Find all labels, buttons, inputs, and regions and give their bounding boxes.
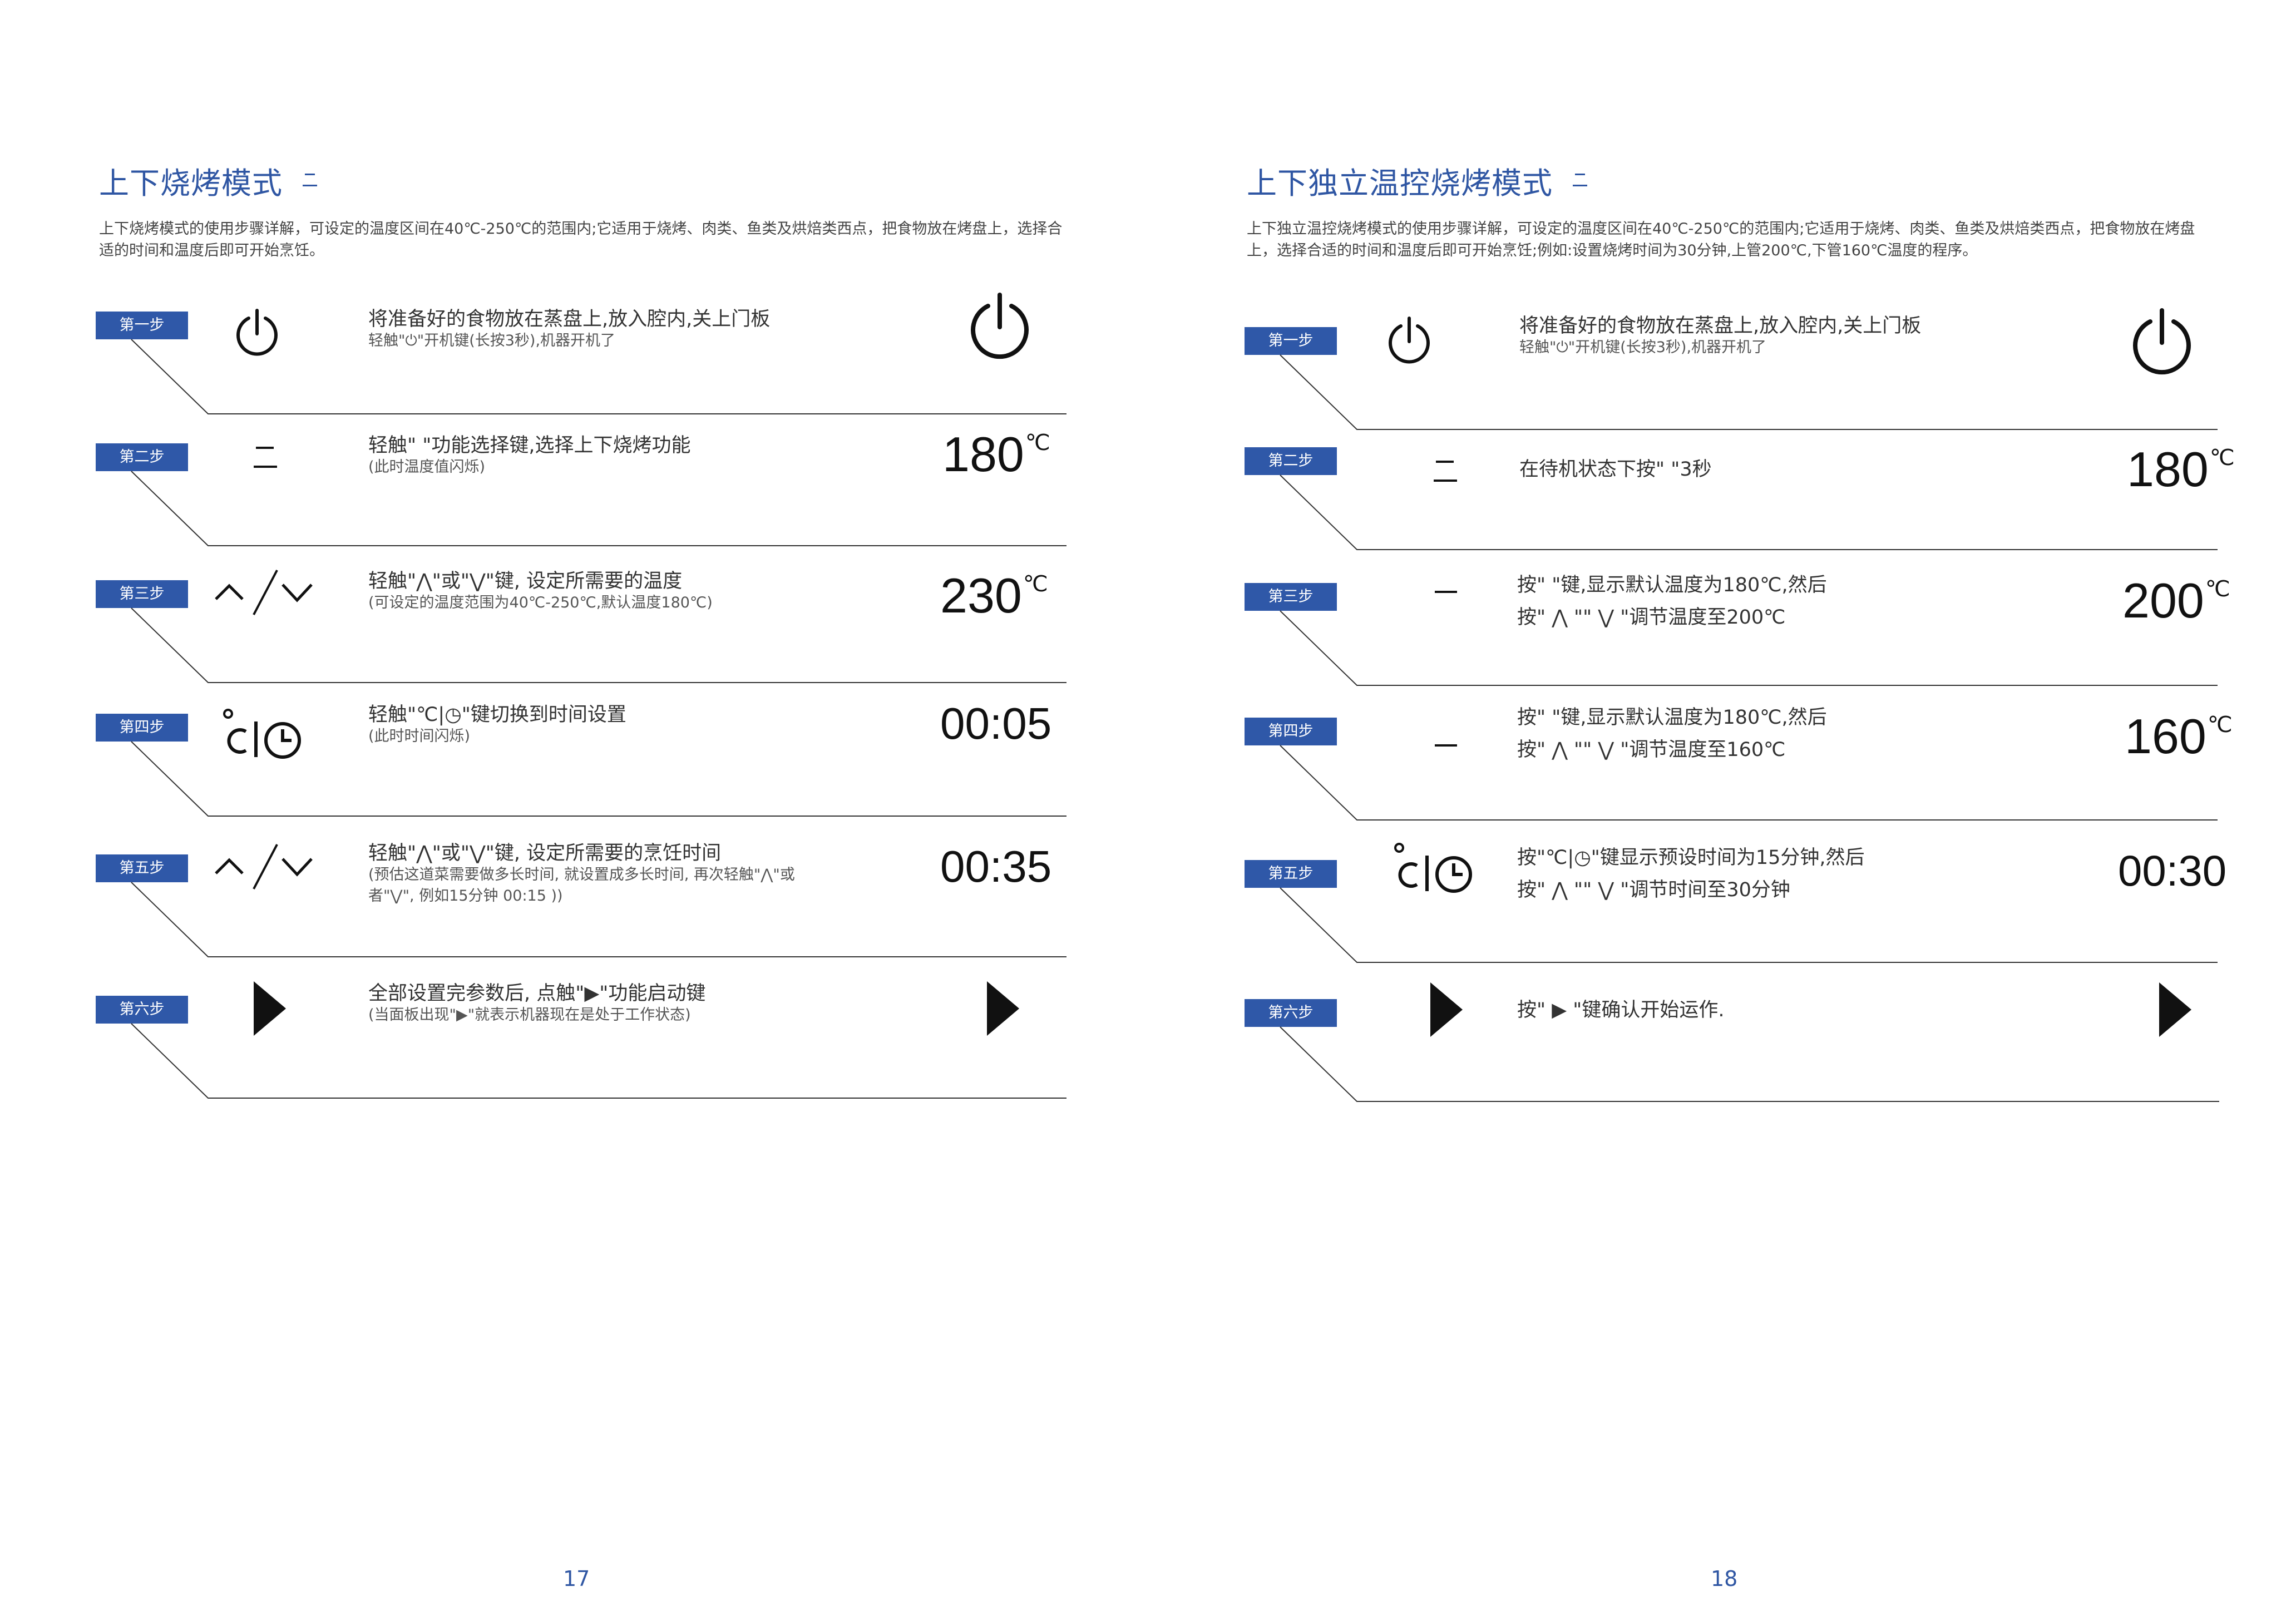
page-number: 18	[1711, 1566, 1738, 1591]
upper-lower-heat-icon	[1434, 461, 1457, 482]
step-badge: 第五步	[96, 854, 188, 882]
step-instruction: 在待机状态下按" "3秒	[1519, 458, 1712, 481]
step-divider	[1280, 1026, 2219, 1102]
page-description: 上下独立温控烧烤模式的使用步骤详解，可设定的温度区间在40℃-250℃的范围内;…	[1247, 220, 2195, 259]
step-instruction: 按" "键,显示默认温度为180℃,然后	[1517, 574, 1827, 596]
step-note: (可设定的温度范围为40℃-250℃,默认温度180℃)	[368, 594, 713, 611]
upper-lower-heat-icon	[1573, 174, 1587, 187]
step-badge: 第二步	[1245, 447, 1337, 475]
page-title: 上下烧烤模式	[99, 167, 317, 200]
step-5: 第五步 按"℃|◷"键显示预设时间为15分钟,然后 按" ⋀ "" ⋁ "调节时…	[1245, 843, 2226, 966]
step-2: 第二步 在待机状态下按" "3秒 180℃	[1245, 445, 2235, 553]
step-3: 第三步 按" "键,显示默认温度为180℃,然后 按" ⋀ "" ⋁ "调节温度…	[1245, 574, 2230, 689]
display-start-icon	[987, 981, 1019, 1036]
step-note: (此时温度值闪烁)	[368, 458, 486, 476]
step-instruction: 轻触"℃|◷"键切换到时间设置	[368, 704, 626, 726]
page-title: 上下独立温控烧烤模式	[1247, 167, 1587, 200]
step-instruction: 按" ⋀ "" ⋁ "调节时间至30分钟	[1517, 879, 1790, 901]
display-power-icon	[2133, 308, 2191, 375]
step-instruction: 将准备好的食物放在蒸盘上,放入腔内,关上门板	[1519, 315, 1922, 337]
start-icon	[1430, 982, 1463, 1037]
step-badge: 第三步	[96, 580, 188, 608]
step-badge: 第一步	[1245, 327, 1337, 355]
step-note: 者"⋁", 例如15分钟 00:15 ))	[368, 887, 563, 905]
step-divider	[131, 882, 1066, 957]
step-badge: 第二步	[96, 443, 188, 471]
display-power-icon	[971, 293, 1029, 359]
step-6: 第六步 按" ▶ "键确认开始运作.	[1245, 982, 2219, 1105]
step-instruction: 按" "键,显示默认温度为180℃,然后	[1517, 706, 1827, 729]
step-instruction: 按"℃|◷"键显示预设时间为15分钟,然后	[1517, 847, 1865, 869]
upper-lower-heat-icon	[303, 174, 317, 187]
step-3: 第三步 轻触"⋀"或"⋁"键, 设定所需要的温度 (可设定的温度范围为40℃-2…	[96, 570, 1066, 686]
temperature-display: 180℃	[942, 427, 1050, 482]
step-instruction: 轻触"⋀"或"⋁"键, 设定所需要的温度	[368, 570, 683, 592]
page-description: 上下烧烤模式的使用步骤详解，可设定的温度区间在40℃-250℃的范围内;它适用于…	[99, 220, 1063, 259]
step-badge: 第六步	[96, 996, 188, 1024]
step-divider	[1280, 475, 2218, 550]
step-divider	[131, 471, 1066, 546]
step-note: (此时时间闪烁)	[368, 728, 471, 745]
step-5: 第五步 轻触"⋀"或"⋁"键, 设定所需要的烹饪时间 (预估这道菜需要做多长时间…	[96, 842, 1066, 960]
power-icon	[236, 309, 278, 356]
step-instruction: 按" ▶ "键确认开始运作.	[1517, 999, 1725, 1021]
step-instruction: 按" ⋀ "" ⋁ "调节温度至200℃	[1517, 606, 1786, 629]
start-icon	[254, 981, 286, 1036]
step-note: 轻触"⏻"开机键(长按3秒),机器开机了	[368, 332, 616, 349]
step-note: (预估这道菜需要做多长时间, 就设置成多长时间, 再次轻触"⋀"或	[368, 866, 795, 883]
step-instruction: 全部设置完参数后, 点触"▶"功能启动键	[368, 982, 706, 1005]
step-divider	[131, 607, 1066, 683]
step-note: (当面板出现"▶"就表示机器现在是处于工作状态)	[368, 1006, 691, 1024]
step-4: 第四步 轻触"℃|◷"键切换到时间设置 (此时时间闪烁) 00:05	[96, 701, 1066, 819]
step-badge: 第一步	[96, 312, 188, 339]
step-instruction: 轻触"⋀"或"⋁"键, 设定所需要的烹饪时间	[368, 842, 722, 864]
time-display: 00:35	[940, 842, 1052, 891]
temperature-display: 230℃	[940, 568, 1048, 623]
time-display: 00:05	[940, 699, 1052, 748]
up-down-adjust-icon	[215, 844, 313, 889]
page-number: 17	[563, 1566, 590, 1591]
power-icon	[1389, 317, 1430, 364]
temp-time-toggle-icon	[1394, 843, 1472, 893]
step-badge: 第六步	[1245, 999, 1337, 1027]
step-6: 第六步 全部设置完参数后, 点触"▶"功能启动键 (当面板出现"▶"就表示机器现…	[96, 981, 1066, 1101]
step-badge: 第五步	[1245, 860, 1337, 888]
page-left: 上下烧烤模式 上下烧烤模式的使用步骤详解，可设定的温度区间在40℃-250℃的范…	[0, 0, 1148, 1621]
lower-heat-icon	[1435, 744, 1457, 747]
display-start-icon	[2159, 982, 2191, 1037]
temperature-display: 160℃	[2125, 709, 2233, 764]
step-instruction: 将准备好的食物放在蒸盘上,放入腔内,关上门板	[368, 308, 771, 330]
temp-time-toggle-icon	[223, 709, 301, 759]
step-2: 第二步 轻触" "功能选择键,选择上下烧烤功能 (此时温度值闪烁) 180℃	[96, 430, 1066, 549]
step-instruction: 按" ⋀ "" ⋁ "调节温度至160℃	[1517, 739, 1786, 761]
up-down-adjust-icon	[215, 570, 313, 615]
upper-heat-icon	[1435, 591, 1457, 593]
step-1: 第一步 将准备好的食物放在蒸盘上,放入腔内,关上门板 轻触"⏻"开机键(长按3秒…	[1245, 308, 2218, 433]
temperature-display: 200℃	[2122, 573, 2230, 628]
step-instruction: 轻触" "功能选择键,选择上下烧烤功能	[368, 434, 691, 457]
time-display: 00:30	[2118, 846, 2227, 895]
temperature-display: 180℃	[2127, 442, 2235, 497]
upper-lower-heat-icon	[254, 447, 277, 468]
step-badge: 第三步	[1245, 583, 1337, 611]
step-1: 第一步 将准备好的食物放在蒸盘上,放入腔内,关上门板 轻触"⏻"开机键(长按3秒…	[96, 293, 1066, 417]
step-4: 第四步 按" "键,显示默认温度为180℃,然后 按" ⋀ "" ⋁ "调节温度…	[1245, 706, 2233, 823]
step-badge: 第四步	[96, 714, 188, 742]
page-right: 上下独立温控烧烤模式 上下独立温控烧烤模式的使用步骤详解，可设定的温度区间在40…	[1148, 0, 2295, 1621]
step-badge: 第四步	[1245, 718, 1337, 745]
step-note: 轻触"⏻"开机键(长按3秒),机器开机了	[1519, 339, 1767, 356]
